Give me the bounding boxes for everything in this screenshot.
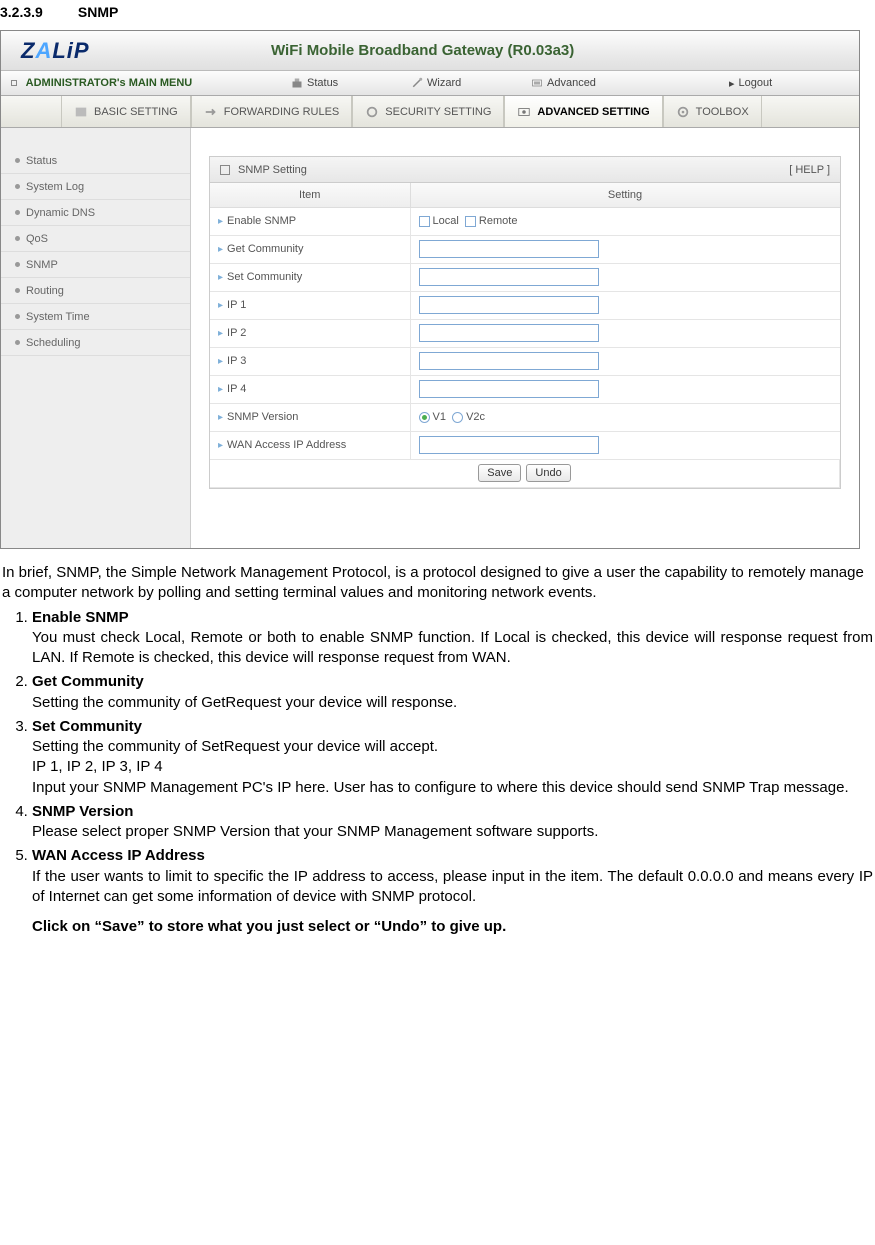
sidebar-item-status[interactable]: Status [1, 148, 190, 174]
router-title: WiFi Mobile Broadband Gateway (R0.03a3) [171, 42, 859, 59]
sidebar-item-system-time[interactable]: System Time [1, 304, 190, 330]
dot-icon [15, 184, 20, 189]
chevron-right-icon: ▸ [218, 300, 223, 311]
chevron-right-icon: ▸ [218, 384, 223, 395]
dot-icon [15, 210, 20, 215]
tab-bar: BASIC SETTING FORWARDING RULES SECURITY … [1, 96, 859, 128]
security-icon [365, 105, 379, 119]
dot-icon [15, 314, 20, 319]
row-set-community: ▸Set Community [210, 263, 840, 291]
row-get-community: ▸Get Community [210, 235, 840, 263]
panel-icon [220, 165, 230, 175]
intro-paragraph: In brief, SNMP, the Simple Network Manag… [2, 563, 873, 604]
bullet-icon [11, 80, 17, 86]
chevron-right-icon: ▸ [218, 328, 223, 339]
chevron-right-icon: ▸ [218, 216, 223, 227]
tab-basic-setting[interactable]: BASIC SETTING [61, 96, 191, 127]
tab-security-setting[interactable]: SECURITY SETTING [352, 96, 504, 127]
wizard-icon [411, 77, 423, 89]
save-button[interactable]: Save [478, 464, 521, 482]
get-community-input[interactable] [419, 240, 599, 258]
list-item: Enable SNMP You must check Local, Remote… [32, 608, 873, 669]
ip2-input[interactable] [419, 324, 599, 342]
help-link[interactable]: [ HELP ] [789, 164, 830, 176]
section-number: 3.2.3.9 [0, 4, 74, 20]
row-ip2: ▸IP 2 [210, 319, 840, 347]
checkbox-local[interactable] [419, 216, 430, 227]
topnav-status[interactable]: Status [291, 77, 411, 89]
list-item: SNMP Version Please select proper SNMP V… [32, 802, 873, 843]
chevron-right-icon: ▸ [218, 272, 223, 283]
router-header: ZALiP WiFi Mobile Broadband Gateway (R0.… [1, 31, 859, 71]
list-item: WAN Access IP Address If the user wants … [32, 846, 873, 907]
sidebar-item-qos[interactable]: QoS [1, 226, 190, 252]
router-ui: ZALiP WiFi Mobile Broadband Gateway (R0.… [0, 30, 860, 549]
advanced-icon [531, 77, 543, 89]
dot-icon [15, 340, 20, 345]
dot-icon [15, 262, 20, 267]
tab-toolbox[interactable]: TOOLBOX [663, 96, 762, 127]
row-enable-snmp: ▸Enable SNMP Local Remote [210, 207, 840, 235]
chevron-right-icon: ▸ [729, 77, 735, 90]
panel-header: SNMP Setting [ HELP ] [210, 157, 840, 183]
final-instruction: Click on “Save” to store what you just s… [32, 917, 873, 937]
ip3-input[interactable] [419, 352, 599, 370]
settings-table: Item Setting ▸Enable SNMP Local Remote ▸… [210, 183, 840, 488]
panel-title: SNMP Setting [238, 164, 307, 176]
advanced-setting-icon [517, 105, 531, 119]
doc-list: Enable SNMP You must check Local, Remote… [32, 608, 873, 908]
section-heading: 3.2.3.9 SNMP [0, 0, 875, 30]
snmp-panel: SNMP Setting [ HELP ] Item Setting ▸Enab… [209, 156, 841, 489]
list-item: Set Community Setting the community of S… [32, 717, 873, 798]
dot-icon [15, 236, 20, 241]
content-area: SNMP Setting [ HELP ] Item Setting ▸Enab… [191, 128, 859, 548]
topnav-advanced[interactable]: Advanced [531, 77, 651, 89]
sidebar-item-routing[interactable]: Routing [1, 278, 190, 304]
list-item: Get Community Setting the community of G… [32, 672, 873, 713]
tab-advanced-setting[interactable]: ADVANCED SETTING [504, 96, 662, 127]
col-item: Item [210, 183, 410, 207]
row-wan-access-ip: ▸WAN Access IP Address [210, 431, 840, 459]
chevron-right-icon: ▸ [218, 356, 223, 367]
undo-button[interactable]: Undo [526, 464, 570, 482]
tab-forwarding-rules[interactable]: FORWARDING RULES [191, 96, 353, 127]
table-header-row: Item Setting [210, 183, 840, 207]
dot-icon [15, 288, 20, 293]
brand-logo: ZALiP [1, 38, 171, 64]
chevron-right-icon: ▸ [218, 412, 223, 423]
basic-setting-icon [74, 105, 88, 119]
col-setting: Setting [410, 183, 840, 207]
status-icon [291, 77, 303, 89]
wan-access-ip-input[interactable] [419, 436, 599, 454]
sidebar-item-dynamic-dns[interactable]: Dynamic DNS [1, 200, 190, 226]
topnav-wizard[interactable]: Wizard [411, 77, 531, 89]
dot-icon [15, 158, 20, 163]
ip1-input[interactable] [419, 296, 599, 314]
chevron-right-icon: ▸ [218, 440, 223, 451]
sidebar-item-scheduling[interactable]: Scheduling [1, 330, 190, 356]
radio-v1[interactable] [419, 412, 430, 423]
section-title: SNMP [78, 4, 118, 20]
chevron-right-icon: ▸ [218, 244, 223, 255]
toolbox-icon [676, 105, 690, 119]
forwarding-icon [204, 105, 218, 119]
main-menu-label: ADMINISTRATOR's MAIN MENU [11, 77, 291, 89]
topnav-logout[interactable]: ▸ Logout [729, 77, 849, 90]
radio-v2c[interactable] [452, 412, 463, 423]
checkbox-remote[interactable] [465, 216, 476, 227]
row-snmp-version: ▸SNMP Version V1 V2c [210, 403, 840, 431]
sidebar: Status System Log Dynamic DNS QoS SNMP R… [1, 128, 191, 548]
sidebar-item-system-log[interactable]: System Log [1, 174, 190, 200]
ip4-input[interactable] [419, 380, 599, 398]
row-buttons: Save Undo [210, 459, 840, 487]
sidebar-item-snmp[interactable]: SNMP [1, 252, 190, 278]
set-community-input[interactable] [419, 268, 599, 286]
row-ip1: ▸IP 1 [210, 291, 840, 319]
router-body: Status System Log Dynamic DNS QoS SNMP R… [1, 128, 859, 548]
row-ip4: ▸IP 4 [210, 375, 840, 403]
top-nav: ADMINISTRATOR's MAIN MENU Status Wizard … [1, 71, 859, 96]
doc-body: In brief, SNMP, the Simple Network Manag… [0, 563, 875, 947]
row-ip3: ▸IP 3 [210, 347, 840, 375]
